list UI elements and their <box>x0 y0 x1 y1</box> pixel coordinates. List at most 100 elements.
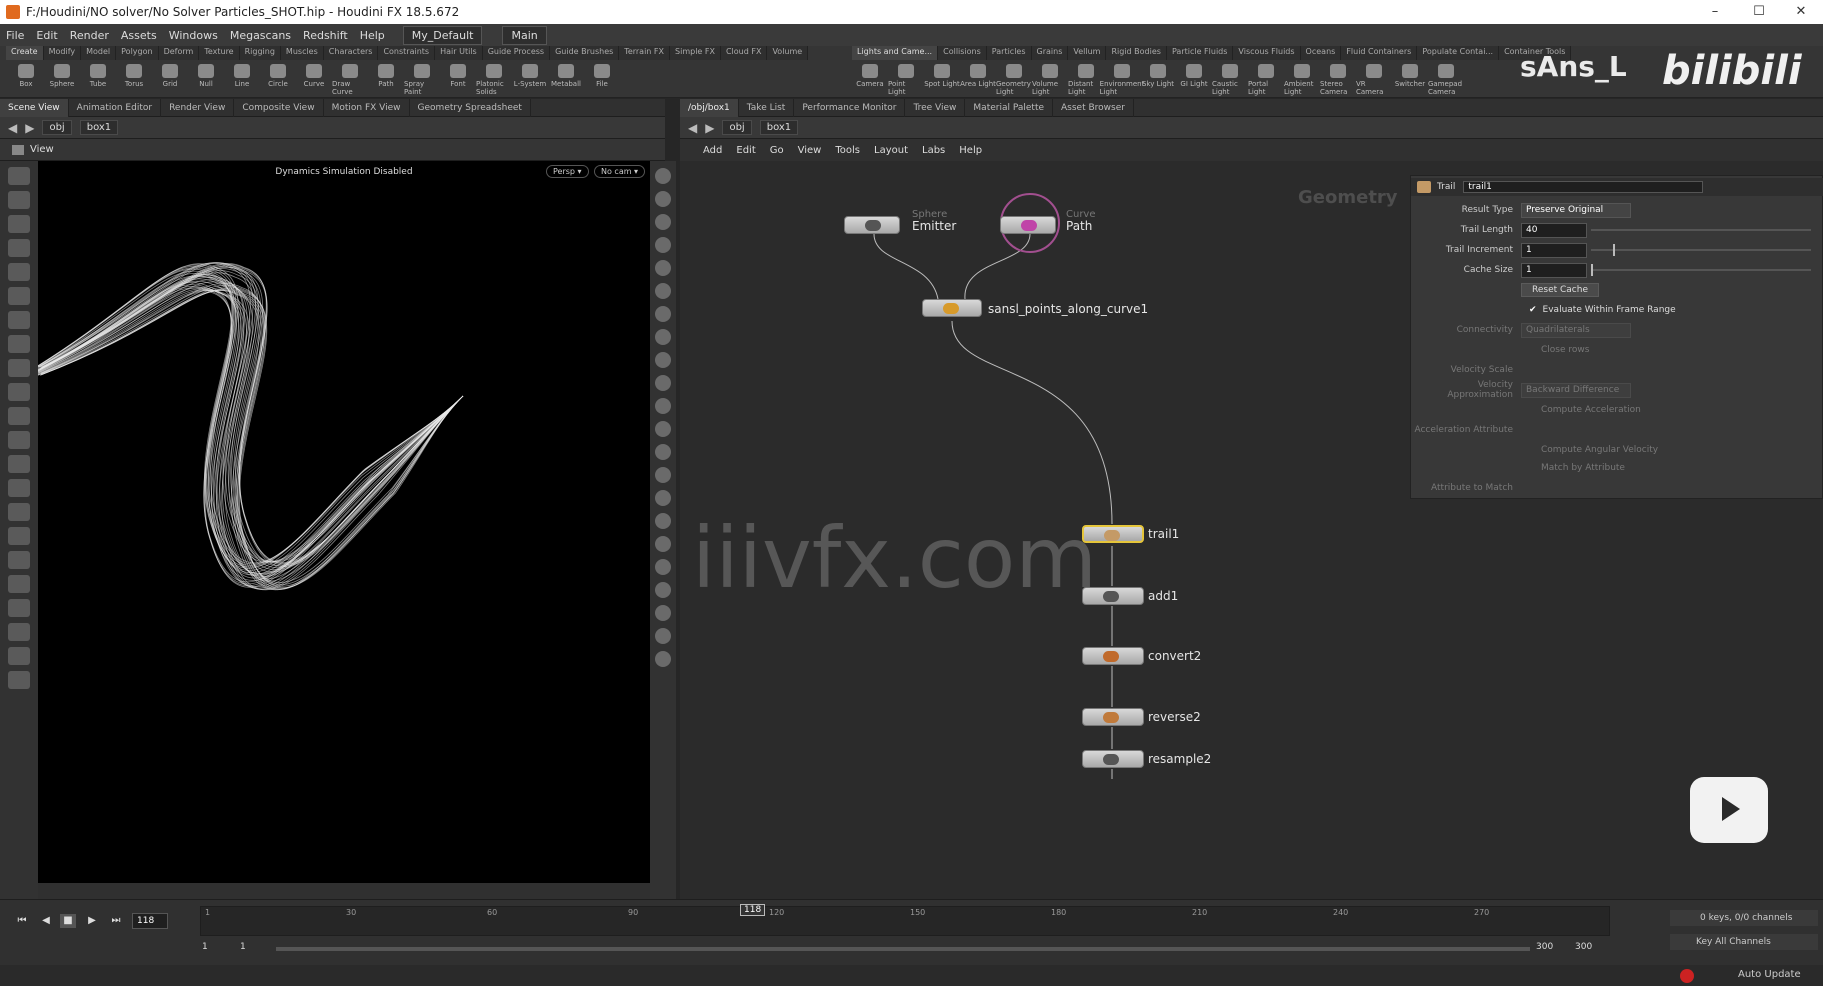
viewport-tool-icon-3[interactable] <box>8 239 30 257</box>
shelf-tool-right-13[interactable]: Stereo Camera <box>1320 62 1356 98</box>
shelf-tool-left-7[interactable]: Circle <box>260 62 296 98</box>
shelf-tool-left-1[interactable]: Sphere <box>44 62 80 98</box>
shelf-tab-right-3[interactable]: Grains <box>1031 46 1069 60</box>
viewport-tool-icon-0[interactable] <box>8 167 30 185</box>
viewport[interactable]: Dynamics Simulation Disabled Persp ▾ No … <box>38 161 650 883</box>
shelf-tool-right-2[interactable]: Spot Light <box>924 62 960 98</box>
display-option-icon-15[interactable] <box>655 513 671 529</box>
shelf-tool-right-7[interactable]: Environment Light <box>1100 62 1144 98</box>
compute-ang-vel-checkbox[interactable]: Compute Angular Velocity <box>1541 445 1658 455</box>
range-start[interactable]: 1 <box>202 942 208 952</box>
shelf-tool-left-11[interactable]: Spray Paint <box>404 62 440 98</box>
shelf-tab-left-8[interactable]: Characters <box>323 46 379 60</box>
display-option-icon-12[interactable] <box>655 444 671 460</box>
shelf-tab-right-6[interactable]: Particle Fluids <box>1166 46 1234 60</box>
shelf-tool-left-2[interactable]: Tube <box>80 62 116 98</box>
first-frame-icon[interactable]: ⏮ <box>14 914 30 928</box>
node-reverse[interactable] <box>1082 708 1144 726</box>
display-option-icon-13[interactable] <box>655 467 671 483</box>
node-emitter[interactable] <box>844 216 900 234</box>
shelf-tab-left-16[interactable]: Volume <box>767 46 809 60</box>
shelf-tool-left-16[interactable]: File <box>584 62 620 98</box>
shelf-tab-left-14[interactable]: Simple FX <box>670 46 721 60</box>
viewport-tool-icon-2[interactable] <box>8 215 30 233</box>
menu-assets[interactable]: Assets <box>115 29 163 42</box>
path-box[interactable]: box1 <box>79 120 119 135</box>
shelf-tool-right-10[interactable]: Caustic Light <box>1212 62 1248 98</box>
shelf-tool-right-11[interactable]: Portal Light <box>1248 62 1284 98</box>
shelf-tab-left-12[interactable]: Guide Brushes <box>550 46 620 60</box>
trail-length-slider[interactable] <box>1591 229 1811 231</box>
stop-icon[interactable]: ■ <box>60 914 76 928</box>
evaluate-checkbox[interactable]: ✔ <box>1529 305 1537 315</box>
shelf-tool-left-0[interactable]: Box <box>8 62 44 98</box>
shelf-tab-right-10[interactable]: Populate Contai... <box>1417 46 1500 60</box>
display-option-icon-4[interactable] <box>655 260 671 276</box>
trail-length-field[interactable]: 40 <box>1521 222 1587 238</box>
display-option-icon-18[interactable] <box>655 582 671 598</box>
close-button[interactable]: ✕ <box>1779 0 1823 24</box>
shelf-tab-left-0[interactable]: Create <box>6 46 44 60</box>
shelf-tab-right-0[interactable]: Lights and Came... <box>852 46 939 60</box>
viewport-tool-icon-10[interactable] <box>8 407 30 425</box>
display-option-icon-14[interactable] <box>655 490 671 506</box>
display-option-icon-16[interactable] <box>655 536 671 552</box>
menu-help[interactable]: Help <box>354 29 391 42</box>
shelf-tool-left-12[interactable]: Font <box>440 62 476 98</box>
display-option-icon-10[interactable] <box>655 398 671 414</box>
connectivity-menu[interactable]: Quadrilaterals <box>1521 322 1631 338</box>
left-tab-5[interactable]: Geometry Spreadsheet <box>410 98 531 117</box>
context-select[interactable]: Main <box>502 25 547 45</box>
playhead-label[interactable]: 118 <box>740 904 766 916</box>
shelf-tab-left-5[interactable]: Texture <box>199 46 240 60</box>
viewport-tool-icon-14[interactable] <box>8 503 30 521</box>
display-option-icon-1[interactable] <box>655 191 671 207</box>
display-option-icon-3[interactable] <box>655 237 671 253</box>
display-option-icon-21[interactable] <box>655 651 671 667</box>
shelf-tab-left-6[interactable]: Rigging <box>239 46 281 60</box>
velocity-approx-menu[interactable]: Backward Difference <box>1521 382 1631 398</box>
cache-size-slider[interactable] <box>1591 264 1811 276</box>
shelf-tab-left-7[interactable]: Muscles <box>280 46 324 60</box>
viewport-tool-icon-20[interactable] <box>8 647 30 665</box>
shelf-tab-right-9[interactable]: Fluid Containers <box>1341 46 1418 60</box>
display-option-icon-0[interactable] <box>655 168 671 184</box>
shelf-tab-left-10[interactable]: Hair Utils <box>435 46 483 60</box>
display-option-icon-5[interactable] <box>655 283 671 299</box>
shelf-tab-left-9[interactable]: Constraints <box>378 46 436 60</box>
node-convert[interactable] <box>1082 647 1144 665</box>
display-option-icon-9[interactable] <box>655 375 671 391</box>
maximize-button[interactable]: ☐ <box>1737 0 1781 24</box>
viewport-tool-icon-4[interactable] <box>8 263 30 281</box>
viewport-tool-icon-6[interactable] <box>8 311 30 329</box>
shelf-tool-left-8[interactable]: Curve <box>296 62 332 98</box>
shelf-tool-right-14[interactable]: VR Camera <box>1356 62 1392 98</box>
match-attr-checkbox[interactable]: Match by Attribute <box>1541 463 1625 473</box>
node-sansl-points[interactable] <box>922 299 982 317</box>
param-node-name[interactable]: trail1 <box>1463 181 1704 193</box>
shelf-tool-left-6[interactable]: Line <box>224 62 260 98</box>
shelf-tab-left-2[interactable]: Model <box>81 46 117 60</box>
display-option-icon-19[interactable] <box>655 605 671 621</box>
viewport-tool-icon-1[interactable] <box>8 191 30 209</box>
display-option-icon-6[interactable] <box>655 306 671 322</box>
shelf-tab-left-4[interactable]: Deform <box>158 46 200 60</box>
auto-update-menu[interactable]: Auto Update <box>1738 969 1801 980</box>
play-back-icon[interactable]: ◀ <box>38 914 54 928</box>
range-slider[interactable] <box>276 947 1530 951</box>
shelf-tab-right-7[interactable]: Viscous Fluids <box>1233 46 1301 60</box>
trail-increment-slider[interactable] <box>1591 244 1811 256</box>
range-start-visible[interactable]: 1 <box>240 942 246 952</box>
shelf-tool-left-5[interactable]: Null <box>188 62 224 98</box>
shelf-tool-right-5[interactable]: Volume Light <box>1032 62 1068 98</box>
menu-megascans[interactable]: Megascans <box>224 29 297 42</box>
reset-cache-button[interactable]: Reset Cache <box>1521 283 1599 297</box>
result-type-menu[interactable]: Preserve Original <box>1521 202 1631 218</box>
menu-file[interactable]: File <box>0 29 30 42</box>
last-frame-icon[interactable]: ⏭ <box>108 914 124 928</box>
minimize-button[interactable]: – <box>1693 0 1737 24</box>
play-icon[interactable]: ▶ <box>84 914 100 928</box>
node-path[interactable] <box>1000 216 1056 234</box>
shelf-tool-left-13[interactable]: Platonic Solids <box>476 62 512 98</box>
shelf-tab-right-4[interactable]: Vellum <box>1068 46 1107 60</box>
